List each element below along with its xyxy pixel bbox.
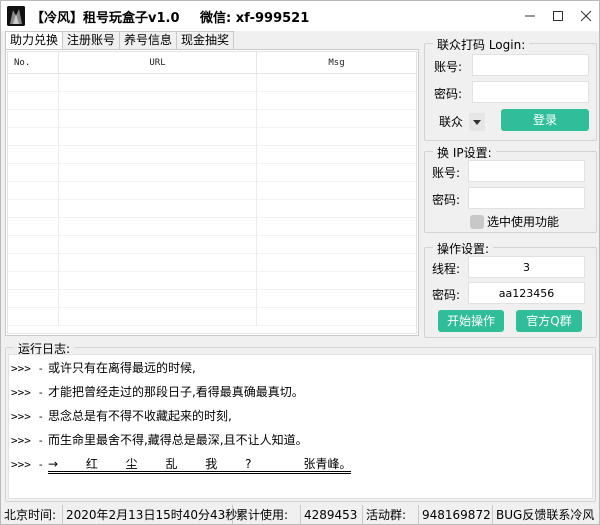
table-header: No. URL Msg <box>8 52 416 74</box>
ip-account-input[interactable] <box>468 160 585 182</box>
log-line: >>> - 思念总是有不得不收藏起来的时刻, <box>11 407 590 431</box>
log-text: 才能把曾经走过的那段日子,看得最真确最真切。 <box>47 385 304 399</box>
log-line-signature: >>> - → 红 尘 乱 我 ? 张青峰。 <box>11 455 590 479</box>
table-row <box>8 272 416 290</box>
log-prefix: >>> - <box>11 434 45 447</box>
start-button[interactable]: 开始操作 <box>438 310 504 332</box>
title-bar[interactable]: 【冷风】租号玩盒子v1.0 微信: xf-999521 <box>1 1 599 31</box>
usage-value: 4289453 <box>301 505 363 525</box>
column-header-no[interactable]: No. <box>8 52 59 74</box>
table-row <box>8 110 416 128</box>
ip-account-label: 账号: <box>432 166 461 180</box>
log-line: >>> - 而生命里最舍不得,藏得总是最深,且不让人知道。 <box>11 431 590 455</box>
table-row <box>8 308 416 326</box>
login-group: 联众打码 Login: 账号: 密码: 联众 登录 <box>424 36 597 141</box>
ops-password-input[interactable] <box>468 282 585 304</box>
ops-password-label: 密码: <box>432 288 461 302</box>
time-label: 北京时间: <box>1 505 63 525</box>
app-logo-icon <box>7 6 25 26</box>
app-title: 【冷风】租号玩盒子v1.0 <box>31 11 180 26</box>
login-account-label: 账号: <box>434 60 463 74</box>
table-row <box>8 74 416 92</box>
log-output[interactable]: >>> - 或许只有在离得最远的时候, >>> - 才能把曾经走过的那段日子,看… <box>8 354 593 499</box>
bug-feedback-text: BUG反馈联系冷风 <box>496 508 595 522</box>
use-feature-checkbox-row[interactable]: 选中使用功能 <box>470 213 559 230</box>
ip-password-input[interactable] <box>468 187 585 209</box>
tab-bar: 助力兑换 注册账号 养号信息 现金抽奖 <box>5 31 235 51</box>
table-row <box>8 128 416 146</box>
log-signature: → 红 尘 乱 我 ? 张青峰。 <box>47 457 352 474</box>
table-row <box>8 290 416 308</box>
group-value: 948169872 <box>419 505 493 525</box>
table-row <box>8 164 416 182</box>
login-group-title: 联众打码 Login: <box>433 36 530 53</box>
table-row <box>8 236 416 254</box>
threads-label: 线程: <box>432 262 461 276</box>
log-line: >>> - 或许只有在离得最远的时候, <box>11 359 590 383</box>
usage-label: 累计使用: <box>233 505 301 525</box>
ip-settings-group: 换 IP设置: 账号: 密码: 选中使用功能 <box>424 144 597 233</box>
chevron-down-icon[interactable] <box>469 113 486 131</box>
table-body <box>8 74 416 333</box>
table-row <box>8 218 416 236</box>
log-signature-author: 张青峰。 <box>303 457 352 471</box>
log-prefix: >>> - <box>11 410 45 423</box>
close-button[interactable] <box>566 1 600 31</box>
log-prefix: >>> - <box>11 362 45 375</box>
log-group: 运行日志: >>> - 或许只有在离得最远的时候, >>> - 才能把曾经走过的… <box>5 340 596 502</box>
login-password-input[interactable] <box>472 81 589 103</box>
log-prefix: >>> - <box>11 458 45 471</box>
group-label: 活动群: <box>363 505 419 525</box>
tab-account-nurture[interactable]: 养号信息 <box>119 31 178 50</box>
log-prefix: >>> - <box>11 386 45 399</box>
use-feature-label[interactable]: 选中使用功能 <box>487 213 559 230</box>
tab-panel-assist-redeem: No. URL Msg <box>5 49 419 336</box>
tab-register-account[interactable]: 注册账号 <box>62 31 121 50</box>
log-line: >>> - 才能把曾经走过的那段日子,看得最真确最真切。 <box>11 383 590 407</box>
login-account-input[interactable] <box>472 54 589 76</box>
provider-select[interactable]: 联众 <box>439 112 486 132</box>
table-row <box>8 146 416 164</box>
table-row <box>8 92 416 110</box>
status-bar: 北京时间: 2020年2月13日15时40分43秒 累计使用: 4289453 … <box>1 505 599 525</box>
column-header-url[interactable]: URL <box>59 52 257 74</box>
log-text: 而生命里最舍不得,藏得总是最深,且不让人知道。 <box>47 433 308 447</box>
app-window: 【冷风】租号玩盒子v1.0 微信: xf-999521 助力兑换 注册账号 养号… <box>0 0 600 525</box>
log-signature-text: → 红 尘 乱 我 ? <box>47 457 264 471</box>
wechat-contact: 微信: xf-999521 <box>200 11 310 26</box>
log-text: 或许只有在离得最远的时候, <box>47 361 196 375</box>
login-password-label: 密码: <box>434 87 463 101</box>
table-row <box>8 182 416 200</box>
use-feature-checkbox[interactable] <box>470 214 484 229</box>
time-value: 2020年2月13日15时40分43秒 <box>63 505 237 525</box>
operation-settings-group: 操作设置: 线程: 密码: 开始操作 官方Q群 <box>424 240 597 338</box>
log-text: 思念总是有不得不收藏起来的时刻, <box>47 409 232 423</box>
tab-assist-redeem[interactable]: 助力兑换 <box>5 31 64 51</box>
ip-password-label: 密码: <box>432 193 461 207</box>
table-row <box>8 200 416 218</box>
tab-cash-lottery[interactable]: 现金抽奖 <box>176 31 235 50</box>
result-table[interactable]: No. URL Msg <box>7 51 417 334</box>
table-row <box>8 254 416 272</box>
column-header-msg[interactable]: Msg <box>257 52 416 74</box>
qq-group-button[interactable]: 官方Q群 <box>516 310 582 332</box>
provider-select-value: 联众 <box>439 115 464 129</box>
login-button[interactable]: 登录 <box>501 109 589 131</box>
window-title: 【冷风】租号玩盒子v1.0 微信: xf-999521 <box>31 7 309 26</box>
ops-group-title: 操作设置: <box>433 240 494 257</box>
threads-input[interactable] <box>468 256 585 278</box>
ip-group-title: 换 IP设置: <box>433 144 496 161</box>
